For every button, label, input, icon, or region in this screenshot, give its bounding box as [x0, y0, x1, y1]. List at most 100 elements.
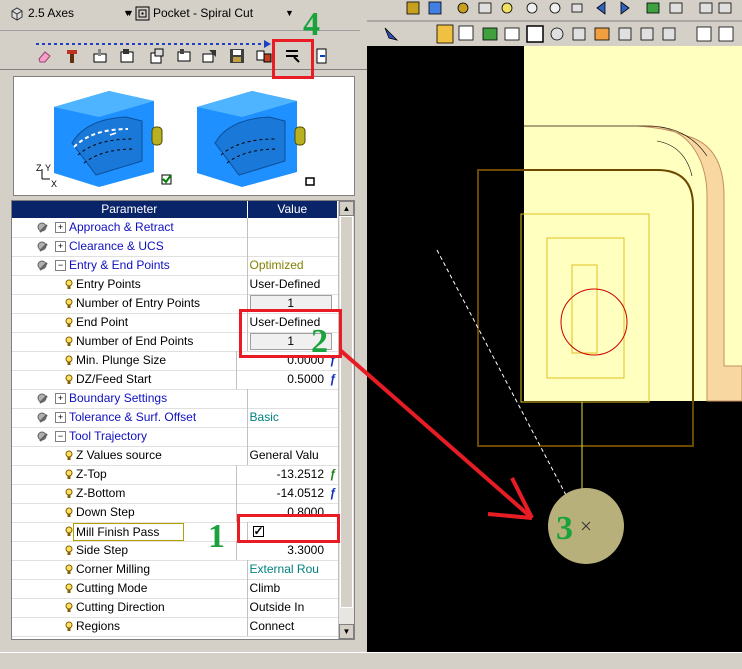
parameter-cell[interactable]: Min. Plunge Size	[12, 351, 238, 370]
parameter-cell[interactable]: Z Values source	[12, 446, 248, 465]
value-cell[interactable]: Connect	[248, 617, 338, 636]
parameter-row[interactable]: Regions Connect	[12, 617, 338, 637]
parameter-cell[interactable]: Corner Milling	[12, 560, 248, 579]
tool-icon[interactable]	[62, 46, 82, 66]
group-settings-icon	[37, 431, 48, 442]
parameter-row[interactable]: Side Step 3.3000	[12, 541, 338, 561]
parameter-row[interactable]: Cutting Mode Climb	[12, 579, 338, 599]
value-cell[interactable]: General Valu	[248, 446, 338, 465]
simulate-icon[interactable]	[254, 46, 274, 66]
value-cell[interactable]: Optimized	[248, 256, 338, 275]
parameter-row[interactable]: Z-Bottom -14.0512 ƒ	[12, 484, 338, 504]
value-text: Optimized	[249, 258, 304, 272]
eraser-icon[interactable]	[34, 46, 54, 66]
lightbulb-icon	[65, 621, 73, 631]
value-cell[interactable]: Climb	[248, 579, 338, 598]
scroll-up-arrow-icon[interactable]: ▲	[339, 201, 354, 216]
formula-icon[interactable]: ƒ	[329, 465, 336, 484]
collapse-icon[interactable]: −	[55, 260, 66, 271]
parameter-cell[interactable]: Regions	[12, 617, 248, 636]
value-cell[interactable]: 3.3000	[237, 541, 338, 560]
group-row[interactable]: + Boundary Settings	[12, 389, 338, 409]
save-icon[interactable]	[227, 46, 247, 66]
value-cell[interactable]: User-Defined	[248, 275, 338, 294]
parameter-cell[interactable]: Entry Points	[12, 275, 248, 294]
parameter-cell[interactable]: Z-Bottom	[12, 484, 238, 503]
parameter-row[interactable]: Corner Milling External Rou	[12, 560, 338, 580]
parameter-row[interactable]: Z-Top -13.2512 ƒ	[12, 465, 338, 485]
preview-block-right	[197, 91, 306, 187]
preview-checkbox-right[interactable]	[305, 177, 315, 186]
lightbulb-icon	[65, 450, 73, 460]
parameter-label: Z-Bottom	[76, 486, 126, 500]
value-cell[interactable]: Basic	[248, 408, 338, 427]
header-parameter[interactable]: Parameter	[12, 201, 248, 218]
parameter-row[interactable]: Entry Points User-Defined	[12, 275, 338, 295]
scroll-down-arrow-icon[interactable]: ▼	[339, 624, 354, 639]
parameter-cell[interactable]: + Tolerance & Surf. Offset	[12, 408, 248, 427]
value-text: 3.3000	[287, 543, 324, 557]
expand-icon[interactable]: +	[55, 393, 66, 404]
header-value[interactable]: Value	[247, 201, 338, 218]
formula-icon[interactable]: ƒ	[329, 484, 336, 503]
parameter-label: Mill Finish Pass	[73, 523, 185, 541]
strategy-dropdown-arrow-icon[interactable]: ▼	[285, 3, 294, 23]
lightbulb-icon	[65, 317, 73, 327]
calculate-icon[interactable]	[200, 46, 220, 66]
value-cell[interactable]: 0.5000 ƒ	[237, 370, 338, 389]
value-cell[interactable]: -14.0512 ƒ	[237, 484, 338, 503]
group-row[interactable]: + Clearance & UCS	[12, 237, 338, 257]
expand-icon[interactable]: +	[55, 222, 66, 233]
axes-combo[interactable]: 2.5 Axes ▼	[10, 3, 132, 23]
value-cell[interactable]	[248, 237, 338, 256]
parameter-row[interactable]: Cutting Direction Outside In	[12, 598, 338, 618]
display-icon[interactable]	[174, 46, 194, 66]
value-cell[interactable]: -13.2512 ƒ	[237, 465, 338, 484]
group-row[interactable]: − Entry & End Points Optimized	[12, 256, 338, 276]
parameter-cell[interactable]: Z-Top	[12, 465, 238, 484]
expand-icon[interactable]: +	[55, 241, 66, 252]
group-row[interactable]: − Tool Trajectory	[12, 427, 338, 447]
parameter-label: Cutting Direction	[76, 600, 165, 614]
value-cell[interactable]	[248, 427, 338, 446]
group-row[interactable]: + Approach & Retract	[12, 218, 338, 238]
part-machining-icon[interactable]	[90, 46, 110, 66]
preview-checkbox-left[interactable]	[161, 174, 172, 185]
parameter-cell[interactable]: + Approach & Retract	[12, 218, 248, 237]
value-cell[interactable]	[248, 389, 338, 408]
strategy-combo[interactable]: Pocket - Spiral Cut ▼	[135, 3, 295, 23]
value-text: External Rou	[249, 562, 319, 576]
parameter-cell[interactable]: Down Step	[12, 503, 238, 522]
left-dropdown-arrow-icon[interactable]: ▼	[125, 8, 134, 18]
group-row[interactable]: + Tolerance & Surf. Offset Basic	[12, 408, 338, 428]
value-cell[interactable]	[248, 218, 338, 237]
formula-icon[interactable]: ƒ	[329, 370, 336, 389]
parameter-cell[interactable]: − Tool Trajectory	[12, 427, 248, 446]
parameter-cell[interactable]: End Point	[12, 313, 248, 332]
view-toolbar	[367, 0, 742, 46]
parameter-cell[interactable]: Number of Entry Points	[12, 294, 248, 313]
parameter-row[interactable]: DZ/Feed Start 0.5000 ƒ	[12, 370, 338, 390]
parameter-cell[interactable]: Cutting Mode	[12, 579, 248, 598]
parameter-row[interactable]: Z Values source General Valu	[12, 446, 338, 466]
save-template-icon[interactable]	[147, 46, 167, 66]
expand-icon[interactable]: +	[55, 412, 66, 423]
value-cell[interactable]: External Rou	[248, 560, 338, 579]
stock-icon[interactable]	[117, 46, 137, 66]
parameter-label: Min. Plunge Size	[76, 353, 167, 367]
vertical-scrollbar[interactable]: ▲ ▼	[338, 201, 354, 639]
view-toolbar-icons[interactable]	[367, 0, 742, 46]
parameter-cell[interactable]: Cutting Direction	[12, 598, 248, 617]
parameter-cell[interactable]: + Clearance & UCS	[12, 237, 248, 256]
exit-icon[interactable]	[312, 46, 332, 66]
value-text: General Valu	[249, 448, 319, 462]
graphics-viewport[interactable]	[367, 0, 742, 652]
value-cell[interactable]: Outside In	[248, 598, 338, 617]
parameter-cell[interactable]: DZ/Feed Start	[12, 370, 238, 389]
parameter-cell[interactable]: Number of End Points	[12, 332, 248, 351]
collapse-icon[interactable]: −	[55, 431, 66, 442]
parameter-cell[interactable]: − Entry & End Points	[12, 256, 248, 275]
scroll-thumb[interactable]	[340, 216, 353, 608]
parameter-cell[interactable]: + Boundary Settings	[12, 389, 248, 408]
parameter-cell[interactable]: Side Step	[12, 541, 238, 560]
